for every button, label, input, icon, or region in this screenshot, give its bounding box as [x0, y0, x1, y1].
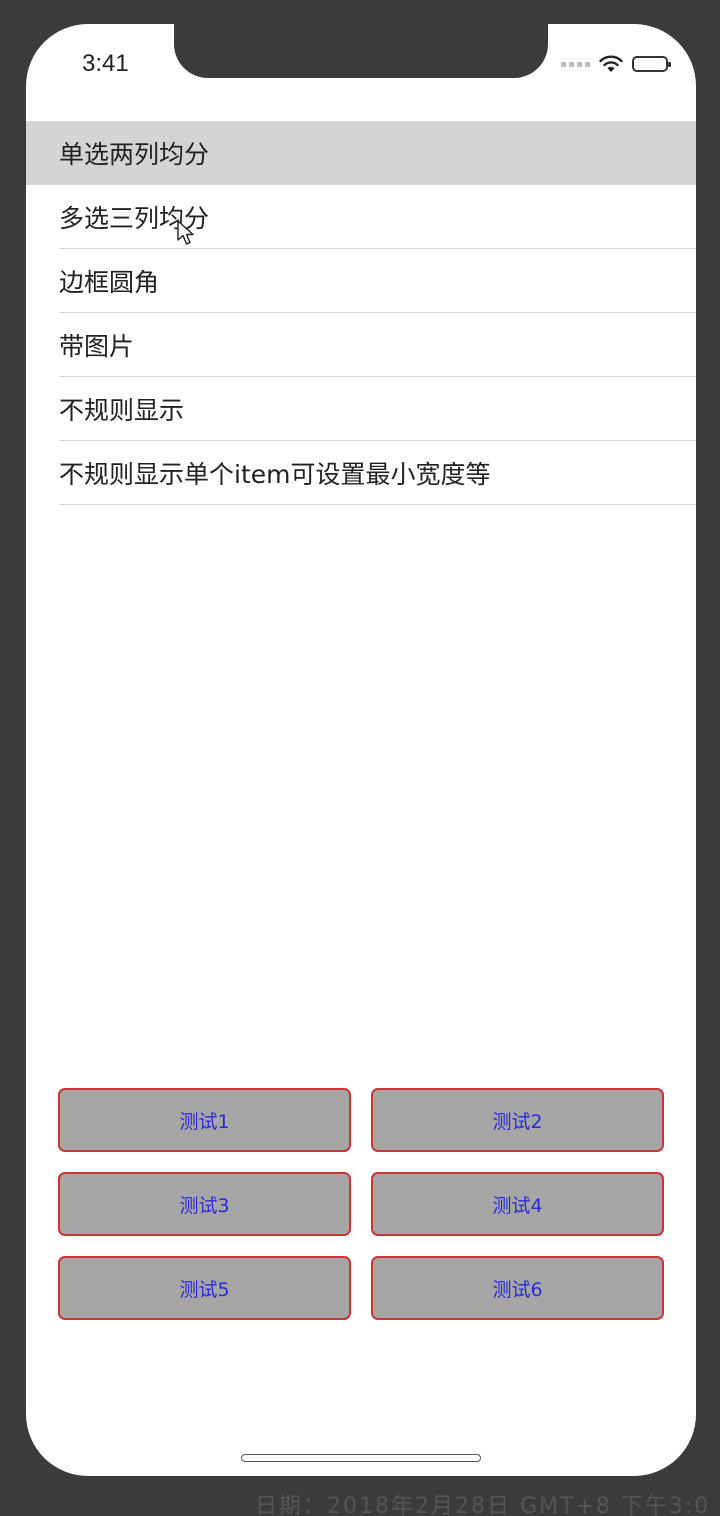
mouse-cursor-icon [177, 220, 194, 245]
list-item[interactable]: 不规则显示单个item可设置最小宽度等 [26, 441, 696, 505]
button-grid: 测试1 测试2 测试3 测试4 测试5 测试6 [58, 1088, 664, 1320]
list-item-label: 不规则显示 [59, 396, 185, 425]
signal-dots-icon [561, 61, 590, 67]
list-item-label: 单选两列均分 [59, 140, 210, 169]
test-2-button[interactable]: 测试2 [371, 1088, 664, 1152]
home-indicator[interactable] [241, 1454, 481, 1462]
list-item-label: 边框圆角 [59, 268, 160, 297]
wifi-icon [599, 55, 623, 72]
test-3-button[interactable]: 测试3 [58, 1172, 351, 1236]
list-item[interactable]: 多选三列均分 [26, 185, 696, 249]
background-date-text: 日期：2018年2月28日 GMT+8 下午3:0 [255, 1494, 711, 1516]
device-frame: 日期：2018年2月28日 GMT+8 下午3:0 3:41 单选两列均分 多选… [0, 0, 720, 1516]
test-1-button[interactable]: 测试1 [58, 1088, 351, 1152]
battery-icon [632, 56, 671, 72]
option-list: 单选两列均分 多选三列均分 边框圆角 带图片 不规则显示 不规则显示单个item… [26, 121, 696, 505]
phone-screen: 3:41 单选两列均分 多选三列均分 边框圆角 带图片 不规则显示 不规则显示单… [26, 24, 696, 1476]
list-item[interactable]: 单选两列均分 [26, 121, 696, 185]
test-4-button[interactable]: 测试4 [371, 1172, 664, 1236]
list-item-label: 不规则显示单个item可设置最小宽度等 [59, 460, 491, 489]
list-item[interactable]: 边框圆角 [26, 249, 696, 313]
status-time: 3:41 [82, 50, 129, 77]
notch [174, 24, 548, 78]
status-icons [561, 54, 671, 74]
list-item[interactable]: 不规则显示 [26, 377, 696, 441]
list-item[interactable]: 带图片 [26, 313, 696, 377]
list-item-label: 带图片 [59, 332, 135, 361]
test-6-button[interactable]: 测试6 [371, 1256, 664, 1320]
test-5-button[interactable]: 测试5 [58, 1256, 351, 1320]
